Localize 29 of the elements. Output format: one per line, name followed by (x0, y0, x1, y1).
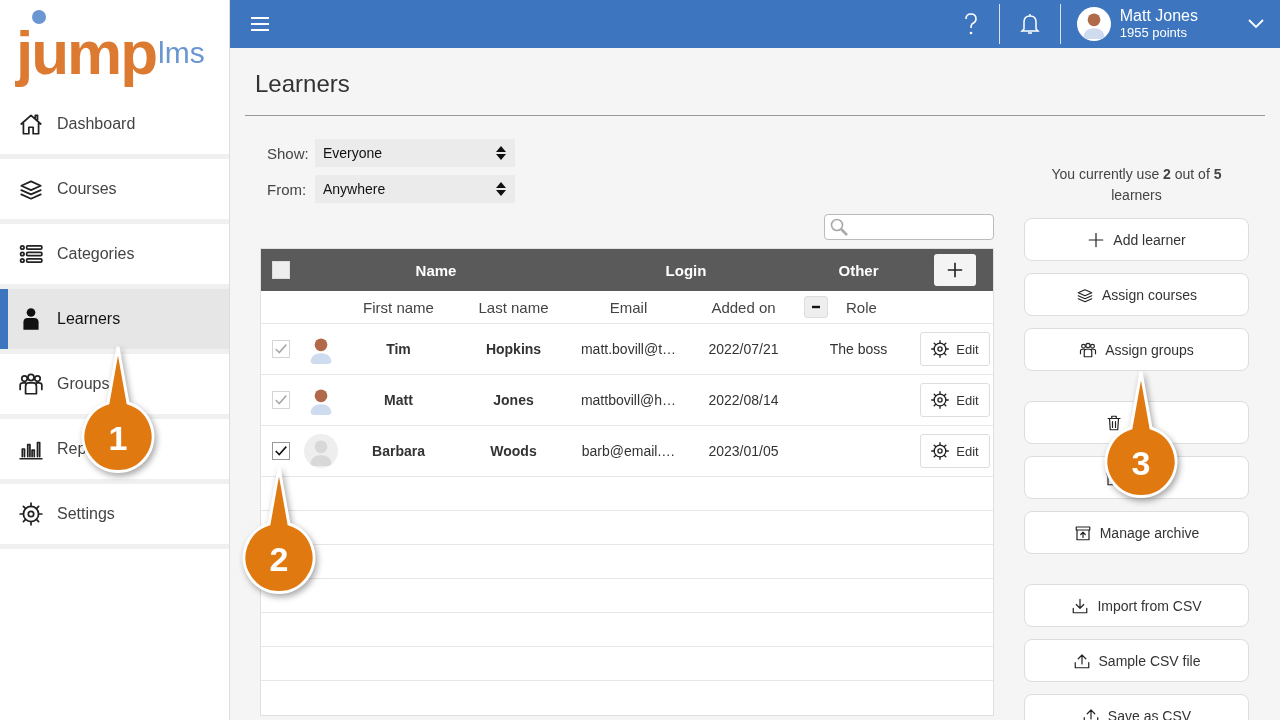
table-cell: mattbovill@h… (580, 392, 677, 408)
filter-label: Show: (267, 144, 310, 162)
user-points: 1955 points (1119, 25, 1188, 41)
column-group-header: Other (837, 261, 880, 279)
usage-text: You currently use 2 out of 5 learners (1050, 165, 1223, 205)
table-cell: Tim (386, 341, 411, 357)
filter-label: From: (267, 180, 308, 198)
table-cell: The boss (829, 341, 888, 357)
page-title: Learners (245, 48, 1265, 116)
table-cell: 2022/07/21 (708, 341, 779, 357)
column-group-header: Name (414, 261, 458, 279)
column-group-header: Login (664, 261, 708, 279)
table-cell: Jones (493, 392, 534, 408)
table-cell: Hopkins (485, 341, 542, 357)
table-cell: Barbara (372, 443, 425, 459)
table-cell: 2022/08/14 (708, 392, 779, 408)
table-cell: matt.bovill@t… (580, 341, 677, 357)
column-header: Role (846, 298, 877, 316)
table-cell: 2023/01/05 (708, 443, 779, 459)
column-header: Last name (478, 298, 549, 316)
table-cell: barb@email.… (581, 443, 676, 459)
logo-text: jump (16, 22, 157, 89)
column-header: Added on (711, 298, 776, 316)
table-cell: Matt (384, 392, 413, 408)
table-cell: Woods (490, 443, 537, 459)
logo-text: lms (158, 38, 205, 71)
column-header: First name (363, 298, 434, 316)
user-name: Matt Jones (1119, 7, 1198, 25)
column-header: Email (609, 298, 648, 316)
